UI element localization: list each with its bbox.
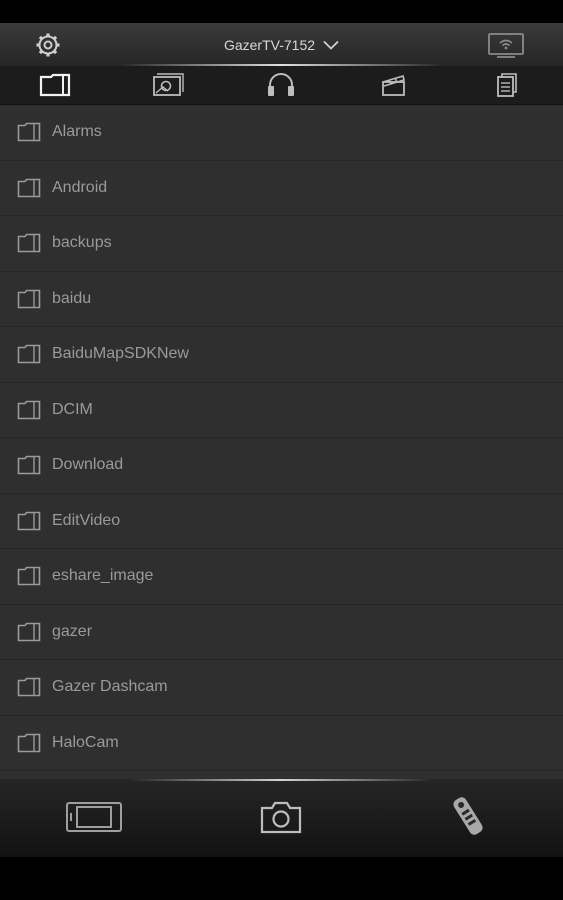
folder-icon (17, 233, 41, 253)
photo-icon (153, 73, 184, 96)
folder-name: backups (52, 234, 112, 252)
screen-mirror-button[interactable] (64, 799, 124, 835)
folder-name: Alarms (52, 123, 102, 141)
list-item[interactable]: Download (0, 438, 563, 494)
folder-name: eshare_image (52, 567, 154, 585)
folder-icon (17, 566, 41, 586)
list-item[interactable]: BaiduMapSDKNew (0, 327, 563, 383)
list-item[interactable]: gazer (0, 605, 563, 660)
list-item[interactable]: baidu (0, 272, 563, 327)
list-item[interactable]: Android (0, 161, 563, 216)
list-item[interactable]: Alarms (0, 105, 563, 161)
folder-icon (17, 733, 41, 752)
folder-icon (17, 400, 41, 419)
folder-icon (17, 178, 41, 197)
list-item[interactable]: backups (0, 216, 563, 272)
tab-videos[interactable] (374, 70, 414, 100)
folder-icon (39, 73, 71, 97)
media-tabs (0, 66, 563, 105)
tv-wifi-icon (488, 33, 524, 58)
folder-icon (17, 455, 41, 475)
folder-icon (17, 677, 41, 697)
clapperboard-icon (382, 74, 405, 96)
folder-name: Download (52, 456, 124, 474)
folder-name: Android (52, 178, 108, 196)
device-name: GazerTV-7152 (223, 36, 316, 53)
list-item[interactable]: EditVideo (0, 494, 563, 549)
bottom-bar (0, 779, 563, 857)
folder-icon (17, 289, 41, 308)
folder-name: baidu (52, 289, 92, 307)
tab-files[interactable] (36, 70, 76, 100)
remote-control-button[interactable] (446, 793, 490, 839)
folder-name: gazer (52, 622, 93, 640)
bottom-divider (130, 779, 433, 781)
folder-name: BaiduMapSDKNew (52, 345, 189, 363)
settings-button[interactable] (34, 31, 62, 59)
list-item[interactable]: DCIM (0, 383, 563, 438)
camera-button[interactable] (258, 797, 304, 837)
gear-icon (36, 33, 60, 57)
device-selector[interactable]: GazerTV-7152 (182, 23, 382, 66)
cast-button[interactable] (487, 31, 525, 59)
screen-mirror-icon (66, 802, 122, 832)
folder-icon (17, 511, 41, 530)
tab-music[interactable] (261, 70, 301, 100)
document-icon (497, 73, 517, 97)
list-item[interactable]: eshare_image (0, 549, 563, 605)
folder-icon (17, 344, 41, 364)
folder-name: EditVideo (52, 511, 121, 529)
folder-name: HaloCam (52, 733, 119, 751)
folder-icon (17, 622, 41, 641)
remote-control-icon (453, 797, 483, 835)
tab-photos[interactable] (148, 70, 188, 100)
chevron-down-icon (323, 40, 339, 50)
list-item[interactable]: HaloCam (0, 716, 563, 771)
camera-icon (260, 801, 302, 834)
list-item[interactable]: Gazer Dashcam (0, 660, 563, 716)
folder-list[interactable]: Alarms Android backups baidu BaiduMapSDK… (0, 105, 563, 779)
folder-name: Gazer Dashcam (52, 678, 168, 696)
tab-documents[interactable] (487, 70, 527, 100)
headphones-icon (268, 73, 294, 96)
top-bar: GazerTV-7152 (0, 23, 563, 66)
folder-name: DCIM (52, 400, 93, 418)
folder-icon (17, 122, 41, 142)
